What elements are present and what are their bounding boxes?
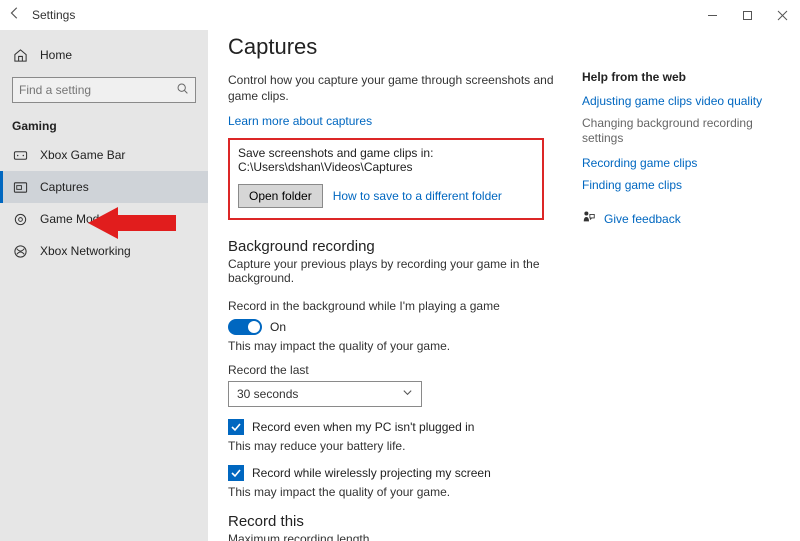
- give-feedback-link[interactable]: Give feedback: [604, 212, 681, 226]
- sidebar-item-game-mode[interactable]: Game Mode: [0, 203, 208, 235]
- title-bar: Settings: [0, 0, 800, 30]
- game-bar-icon: [12, 148, 28, 163]
- maximize-button[interactable]: [730, 0, 765, 30]
- help-link-finding[interactable]: Finding game clips: [582, 178, 782, 192]
- help-heading: Help from the web: [582, 70, 782, 84]
- chevron-down-icon: [402, 387, 413, 401]
- help-aside: Help from the web Adjusting game clips v…: [582, 34, 782, 541]
- search-box[interactable]: [12, 77, 196, 103]
- window-title: Settings: [30, 8, 75, 22]
- checkbox-plugged-note: This may reduce your battery life.: [228, 439, 572, 453]
- sidebar-item-label: Captures: [40, 180, 89, 194]
- save-location-label: Save screenshots and game clips in: C:\U…: [238, 146, 534, 174]
- background-heading: Background recording: [228, 238, 572, 255]
- sidebar-nav: Xbox Game Bar Captures Game Mode: [0, 139, 208, 267]
- sidebar-item-label: Xbox Game Bar: [40, 148, 125, 162]
- intro-text: Control how you capture your game throug…: [228, 72, 558, 104]
- sidebar: Home Gaming Xbox Game Bar: [0, 30, 208, 541]
- record-this-sub: Maximum recording length: [228, 532, 572, 541]
- feedback-icon: [582, 210, 596, 227]
- sidebar-item-label: Game Mode: [40, 212, 106, 226]
- toggle-state: On: [270, 320, 286, 334]
- record-this-heading: Record this: [228, 513, 572, 530]
- learn-more-link[interactable]: Learn more about captures: [228, 114, 372, 128]
- open-folder-button[interactable]: Open folder: [238, 184, 323, 208]
- help-link-recording[interactable]: Recording game clips: [582, 156, 782, 170]
- toggle-label: Record in the background while I'm playi…: [228, 299, 572, 313]
- record-last-label: Record the last: [228, 363, 572, 377]
- save-location-box: Save screenshots and game clips in: C:\U…: [228, 138, 544, 220]
- background-recording-toggle[interactable]: [228, 319, 262, 335]
- search-input[interactable]: [19, 83, 176, 97]
- sidebar-item-captures[interactable]: Captures: [0, 171, 208, 203]
- minimize-button[interactable]: [695, 0, 730, 30]
- help-link-changing-bg: Changing background recording settings: [582, 116, 782, 146]
- help-link-adjusting[interactable]: Adjusting game clips video quality: [582, 94, 782, 108]
- home-icon: [12, 48, 28, 63]
- record-last-value: 30 seconds: [237, 387, 298, 401]
- content: Captures Control how you capture your ga…: [228, 34, 582, 541]
- back-button[interactable]: [0, 6, 30, 24]
- captures-icon: [12, 180, 28, 195]
- sidebar-item-label: Xbox Networking: [40, 244, 131, 258]
- how-to-save-link[interactable]: How to save to a different folder: [333, 189, 502, 203]
- checkbox-plugged-label: Record even when my PC isn't plugged in: [252, 420, 474, 434]
- game-mode-icon: [12, 212, 28, 227]
- checkbox-wireless[interactable]: [228, 465, 244, 481]
- toggle-note: This may impact the quality of your game…: [228, 339, 572, 353]
- close-button[interactable]: [765, 0, 800, 30]
- checkbox-wireless-note: This may impact the quality of your game…: [228, 485, 572, 499]
- xbox-networking-icon: [12, 244, 28, 259]
- sidebar-home-label: Home: [40, 48, 72, 62]
- background-subtext: Capture your previous plays by recording…: [228, 257, 572, 285]
- sidebar-item-xbox-game-bar[interactable]: Xbox Game Bar: [0, 139, 208, 171]
- checkbox-plugged-in[interactable]: [228, 419, 244, 435]
- sidebar-section-label: Gaming: [0, 103, 208, 139]
- sidebar-home[interactable]: Home: [0, 41, 208, 69]
- sidebar-item-xbox-networking[interactable]: Xbox Networking: [0, 235, 208, 267]
- record-last-select[interactable]: 30 seconds: [228, 381, 422, 407]
- page-title: Captures: [228, 34, 572, 60]
- checkbox-wireless-label: Record while wirelessly projecting my sc…: [252, 466, 491, 480]
- search-icon: [176, 82, 189, 98]
